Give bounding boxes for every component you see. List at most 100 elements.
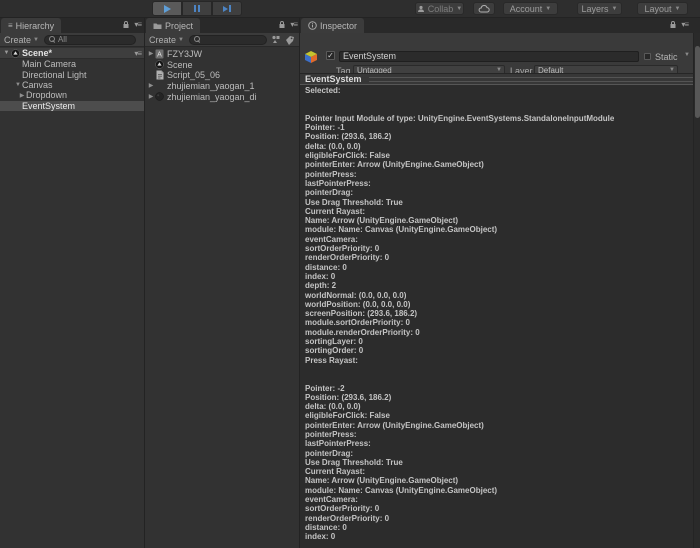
debug-line: screenPosition: (293.6, 186.2) bbox=[305, 309, 700, 318]
tab-label: Project bbox=[165, 21, 193, 31]
debug-line: pointerPress: bbox=[305, 170, 700, 179]
expand-arrow-icon[interactable]: ▶ bbox=[147, 50, 155, 57]
search-icon bbox=[194, 36, 201, 43]
debug-line: distance: 0 bbox=[305, 263, 700, 272]
hierarchy-item-dropdown[interactable]: ▶Dropdown bbox=[0, 90, 144, 100]
debug-line: lastPointerPress: bbox=[305, 439, 700, 448]
debug-line: index: 0 bbox=[305, 272, 700, 281]
scrollbar-thumb[interactable] bbox=[695, 46, 700, 118]
eventsystem-section-header[interactable]: EventSystem bbox=[300, 73, 700, 85]
hierarchy-item-canvas[interactable]: ▼Canvas bbox=[0, 80, 144, 90]
chevron-down-icon: ▼ bbox=[33, 37, 39, 43]
search-input[interactable]: All bbox=[44, 35, 136, 45]
debug-line: pointerEnter: Arrow (UnityEngine.GameObj… bbox=[305, 421, 700, 430]
project-item-script-05-06[interactable]: Script_05_06 bbox=[145, 70, 299, 81]
debug-line: module.renderOrderPriority: 0 bbox=[305, 328, 700, 337]
lock-icon[interactable] bbox=[278, 20, 286, 29]
unity-editor-window: Collab ▼ Account ▼ Layers ▼ Layout ▼ ≡ H… bbox=[0, 0, 700, 548]
hierarchy-item-directional-light[interactable]: Directional Light bbox=[0, 69, 144, 79]
inspector-panel: Inspector ▾≡ ✓ EventSystem Static ▼ bbox=[300, 18, 700, 548]
item-label: zhujiemian_yaogan_1 bbox=[167, 81, 255, 91]
debug-line: renderOrderPriority: 0 bbox=[305, 514, 700, 523]
project-item-fzy3jw[interactable]: ▶AFZY3JW bbox=[145, 49, 299, 60]
scene-header-row[interactable]: ▼ Scene* ▾≡ bbox=[0, 48, 144, 59]
tab-project[interactable]: Project bbox=[146, 18, 200, 33]
collab-icon bbox=[417, 5, 425, 13]
project-toolbar: Create ▼ bbox=[145, 33, 299, 47]
collab-dropdown[interactable]: Collab ▼ bbox=[415, 2, 464, 15]
none-icon bbox=[155, 81, 164, 91]
layers-dropdown[interactable]: Layers ▼ bbox=[577, 2, 622, 15]
hierarchy-icon: ≡ bbox=[8, 21, 13, 30]
tab-inspector[interactable]: Inspector bbox=[301, 18, 364, 33]
section-title: EventSystem bbox=[305, 74, 362, 84]
pause-button[interactable] bbox=[182, 1, 212, 16]
account-dropdown[interactable]: Account ▼ bbox=[503, 2, 558, 15]
debug-line: Position: (293.6, 186.2) bbox=[305, 132, 700, 141]
expand-arrow-icon[interactable]: ▼ bbox=[14, 82, 22, 88]
expand-arrow-icon[interactable]: ▼ bbox=[2, 50, 11, 56]
project-item-scene[interactable]: Scene bbox=[145, 59, 299, 70]
material-sphere-icon bbox=[155, 92, 164, 102]
create-button[interactable]: Create ▼ bbox=[4, 35, 39, 45]
panel-menu-icon[interactable]: ▾≡ bbox=[681, 20, 688, 29]
search-icon bbox=[49, 36, 56, 43]
hierarchy-item-main-camera[interactable]: Main Camera bbox=[0, 59, 144, 69]
project-panel: Project ▾≡ Create ▼ ▶AFZ bbox=[145, 18, 300, 548]
layers-label: Layers bbox=[582, 4, 609, 14]
panel-menu-icon[interactable]: ▾≡ bbox=[134, 20, 141, 29]
expand-arrow-icon[interactable]: ▶ bbox=[18, 92, 26, 99]
static-dropdown-icon[interactable]: ▼ bbox=[684, 52, 690, 58]
project-item-zhujiemian-yaogan-1[interactable]: ▶ zhujiemian_yaogan_1 bbox=[145, 81, 299, 92]
scene-menu-icon[interactable]: ▾≡ bbox=[134, 49, 141, 58]
inspector-tabbar: Inspector ▾≡ bbox=[300, 18, 700, 33]
svg-text:A: A bbox=[157, 51, 162, 58]
debug-line: worldPosition: (0.0, 0.0, 0.0) bbox=[305, 300, 700, 309]
hierarchy-item-eventsystem[interactable]: EventSystem bbox=[0, 101, 144, 111]
debug-line: Press Rayast: bbox=[305, 356, 700, 365]
project-item-zhujiemian-yaogan-di[interactable]: ▶zhujiemian_yaogan_di bbox=[145, 91, 299, 102]
tab-label: Inspector bbox=[320, 21, 357, 31]
item-label: Canvas bbox=[22, 80, 53, 90]
debug-line: delta: (0.0, 0.0) bbox=[305, 402, 700, 411]
cloud-services-button[interactable] bbox=[473, 2, 495, 15]
font-asset-icon: A bbox=[155, 49, 164, 59]
active-checkbox[interactable]: ✓ bbox=[326, 51, 335, 60]
search-by-label-icon[interactable] bbox=[285, 35, 295, 45]
create-label: Create bbox=[149, 35, 176, 45]
debug-line: lastPointerPress: bbox=[305, 179, 700, 188]
unity-scene-icon bbox=[11, 49, 20, 58]
expand-arrow-icon[interactable]: ▶ bbox=[147, 82, 155, 89]
debug-line: Position: (293.6, 186.2) bbox=[305, 393, 700, 402]
hierarchy-tabbar: ≡ Hierarchy ▾≡ bbox=[0, 18, 144, 33]
step-button[interactable] bbox=[212, 1, 242, 16]
tab-hierarchy[interactable]: ≡ Hierarchy bbox=[1, 18, 61, 33]
search-input[interactable] bbox=[189, 35, 267, 45]
debug-line bbox=[305, 105, 700, 114]
gameobject-name-field[interactable]: EventSystem bbox=[339, 51, 639, 62]
search-filter-label: All bbox=[58, 35, 67, 44]
expand-arrow-icon[interactable]: ▶ bbox=[147, 93, 155, 100]
debug-line: eventCamera: bbox=[305, 495, 700, 504]
create-button[interactable]: Create ▼ bbox=[149, 35, 184, 45]
lock-icon[interactable] bbox=[122, 20, 130, 29]
static-checkbox[interactable] bbox=[644, 53, 651, 60]
chevron-down-icon: ▼ bbox=[675, 6, 681, 12]
inspector-scrollbar[interactable] bbox=[693, 33, 700, 548]
search-by-type-icon[interactable] bbox=[271, 35, 281, 44]
play-button[interactable] bbox=[152, 1, 182, 16]
item-label: Directional Light bbox=[22, 70, 87, 80]
lock-icon[interactable] bbox=[669, 20, 677, 29]
collab-label: Collab bbox=[428, 4, 454, 14]
scene-label: Scene* bbox=[22, 48, 52, 58]
panel-menu-icon[interactable]: ▾≡ bbox=[290, 20, 297, 29]
tab-label: Hierarchy bbox=[16, 21, 55, 31]
debug-line bbox=[305, 365, 700, 374]
playback-controls bbox=[152, 1, 242, 16]
layout-dropdown[interactable]: Layout ▼ bbox=[637, 2, 688, 15]
debug-line: sortingOrder: 0 bbox=[305, 346, 700, 355]
hierarchy-panel: ≡ Hierarchy ▾≡ Create ▼ All ▼ bbox=[0, 18, 145, 548]
play-icon bbox=[164, 5, 171, 13]
debug-line: Current Rayast: bbox=[305, 207, 700, 216]
debug-line: delta: (0.0, 0.0) bbox=[305, 142, 700, 151]
